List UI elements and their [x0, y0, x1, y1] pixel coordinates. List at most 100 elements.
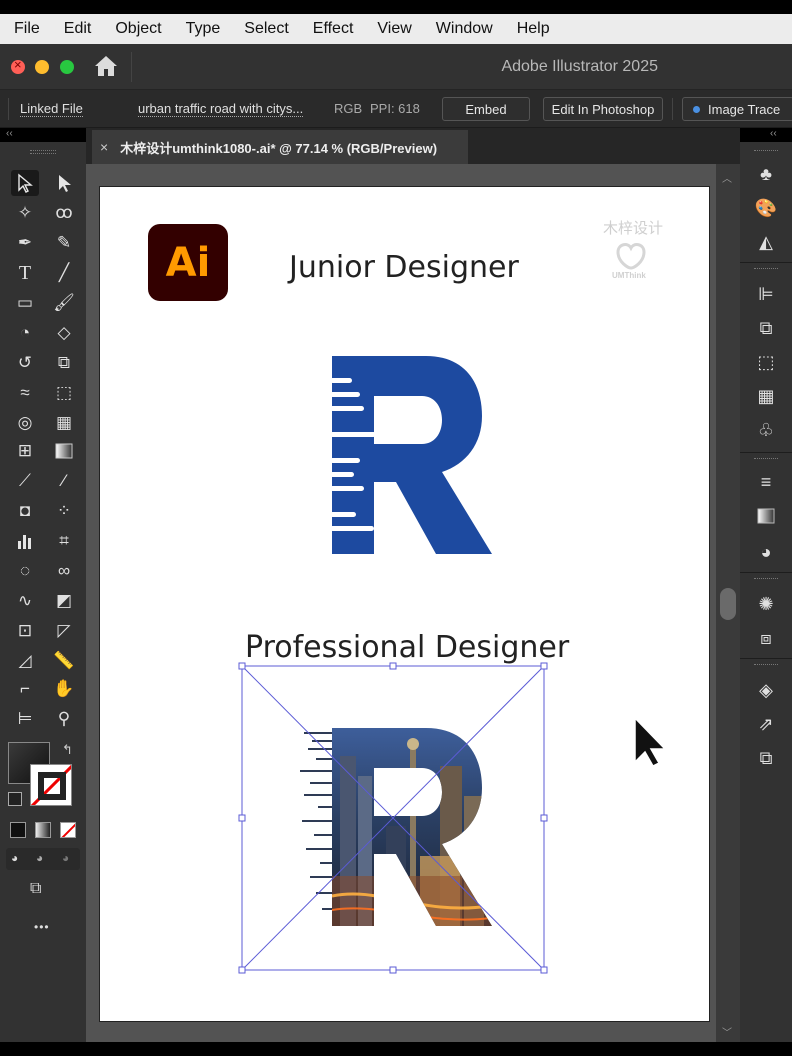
print-tiling-tool-icon[interactable]: ⊨	[11, 706, 39, 732]
rectangle-tool-icon[interactable]: ▭	[11, 290, 39, 316]
none-mode-button[interactable]	[60, 822, 76, 838]
panel-grip[interactable]	[754, 458, 778, 462]
pen-tool-icon[interactable]: ✒	[11, 230, 39, 256]
symbol-sprayer-tool-icon[interactable]: ⁘	[50, 498, 78, 524]
column-graph-tool-icon[interactable]	[11, 528, 39, 554]
tools-grip[interactable]	[30, 150, 56, 154]
image-trace-button[interactable]: Image Trace	[682, 97, 792, 121]
layers-panel-icon[interactable]: ◈	[754, 678, 778, 702]
linked-file-name-link[interactable]: urban traffic road with citys...	[138, 101, 304, 117]
menu-window[interactable]: Window	[424, 20, 505, 38]
collapse-left-panel-icon[interactable]: ‹‹	[6, 128, 13, 142]
close-tab-icon[interactable]: ×	[100, 139, 108, 155]
menu-type[interactable]: Type	[174, 20, 233, 38]
draw-inside-icon[interactable]: ◕	[62, 851, 69, 865]
recolor-tool-icon[interactable]: ◩	[50, 588, 78, 614]
symbols-panel-icon[interactable]: ♣	[754, 162, 778, 186]
menu-view[interactable]: View	[365, 20, 423, 38]
scroll-up-arrow-icon[interactable]: ︿	[722, 170, 732, 185]
color-palette-panel-icon[interactable]: 🎨	[754, 196, 778, 220]
curvature-tool-icon[interactable]: ✎	[50, 230, 78, 256]
magic-wand-tool-icon[interactable]: ✧	[11, 200, 39, 226]
brushes-panel-icon[interactable]: ♧	[754, 418, 778, 442]
intertwine-tool-icon[interactable]: ∞	[50, 558, 78, 584]
artboards-panel-icon[interactable]: ⧉	[754, 746, 778, 770]
zoom-tool-icon[interactable]: ⚲	[50, 706, 78, 732]
home-icon[interactable]	[93, 54, 119, 78]
direct-selection-tool-icon[interactable]	[50, 170, 78, 196]
default-fill-stroke-icon[interactable]	[8, 792, 22, 806]
width-tool-icon[interactable]: ≈	[11, 380, 39, 406]
anchor-point-tool-icon[interactable]: ⌐	[11, 676, 39, 702]
draw-normal-icon[interactable]: ◕	[11, 851, 18, 865]
perspective-grid-tool-icon[interactable]: ▦	[50, 410, 78, 436]
junior-r-letter[interactable]	[330, 354, 494, 556]
transform-panel-icon[interactable]: ⬚	[754, 350, 778, 374]
scroll-down-arrow-icon[interactable]: ﹀	[722, 1024, 732, 1039]
shaper-tool-icon[interactable]: ◔	[11, 320, 39, 346]
edit-in-photoshop-button[interactable]: Edit In Photoshop	[543, 97, 663, 121]
vertical-scrollbar[interactable]: ︿ ﹀	[716, 164, 740, 1042]
join-tool-icon[interactable]: ◿	[11, 648, 39, 674]
blend-tool-icon[interactable]: ⟋	[11, 468, 39, 494]
color-guide-panel-icon[interactable]: ◭	[754, 230, 778, 254]
align-panel-icon[interactable]: ⊫	[754, 282, 778, 306]
stroke-panel-icon[interactable]: ≡	[754, 470, 778, 494]
professional-designer-title[interactable]: Professional Designer	[245, 630, 569, 665]
scrollbar-thumb[interactable]	[720, 588, 736, 620]
lasso-tool-icon[interactable]: ꝏ	[50, 200, 78, 226]
minimize-window-button[interactable]	[35, 60, 49, 74]
swatches-panel-icon[interactable]: ▦	[754, 384, 778, 408]
shape-builder-tool-icon[interactable]: ◎	[11, 410, 39, 436]
menu-select[interactable]: Select	[232, 20, 300, 38]
edit-toolbar-icon[interactable]: •••	[34, 920, 50, 934]
transparency-panel-icon[interactable]: ◕	[754, 540, 778, 564]
type-tool-icon[interactable]: T	[11, 260, 39, 286]
smooth-tool-icon[interactable]: ∿	[11, 588, 39, 614]
panel-grip[interactable]	[754, 578, 778, 582]
free-transform-tool-icon[interactable]: ⬚	[50, 380, 78, 406]
panel-grip[interactable]	[754, 664, 778, 668]
color-mode-button[interactable]	[10, 822, 26, 838]
hand-tool-icon[interactable]: ✋	[50, 676, 78, 702]
puppet-warp-tool-icon[interactable]: ◌	[11, 558, 39, 584]
measure-tool-icon[interactable]: 📏	[50, 648, 78, 674]
graphic-styles-panel-icon[interactable]: ⧈	[754, 626, 778, 650]
live-paint-bucket-tool-icon[interactable]: ◘	[11, 498, 39, 524]
embed-button[interactable]: Embed	[442, 97, 530, 121]
close-window-button[interactable]	[11, 57, 25, 74]
gradient-panel-icon[interactable]	[754, 504, 778, 528]
pathfinder-panel-icon[interactable]: ⧉	[754, 316, 778, 340]
line-segment-tool-icon[interactable]: ╱	[50, 260, 78, 286]
screen-mode-icon[interactable]: ⧉	[30, 880, 58, 900]
collapse-right-panel-icon[interactable]: ‹‹	[770, 128, 777, 142]
stroke-swatch[interactable]	[30, 764, 72, 806]
mesh-tool-icon[interactable]: ⊞	[11, 438, 39, 464]
paintbrush-tool-icon[interactable]: 🖌	[50, 290, 78, 316]
crop-image-tool-icon[interactable]: ⊡	[11, 618, 39, 644]
gradient-mode-button[interactable]	[35, 822, 51, 838]
export-panel-icon[interactable]: ⇗	[754, 712, 778, 736]
rotate-tool-icon[interactable]: ↺	[11, 350, 39, 376]
panel-grip[interactable]	[754, 268, 778, 272]
document-tab[interactable]: × 木梓设计umthink1080-.ai* @ 77.14 % (RGB/Pr…	[92, 130, 468, 164]
reshape-tool-icon[interactable]: ◸	[50, 618, 78, 644]
selection-bounding-box[interactable]	[238, 662, 550, 974]
panel-grip[interactable]	[754, 150, 778, 154]
draw-behind-icon[interactable]: ◕	[36, 851, 43, 865]
swap-fill-stroke-icon[interactable]: ↰	[62, 742, 73, 758]
gradient-tool-icon[interactable]	[50, 438, 78, 464]
menu-file[interactable]: File	[0, 20, 52, 38]
linked-file-link[interactable]: Linked File	[20, 101, 83, 117]
junior-designer-title[interactable]: Junior Designer	[289, 250, 519, 285]
menu-help[interactable]: Help	[505, 20, 562, 38]
menu-object[interactable]: Object	[103, 20, 173, 38]
zoom-window-button[interactable]	[60, 60, 74, 74]
scale-tool-icon[interactable]: ⧉	[50, 350, 78, 376]
artboard-tool-icon[interactable]: ⌗	[50, 528, 78, 554]
menu-edit[interactable]: Edit	[52, 20, 104, 38]
eyedropper-tool-icon[interactable]: ⁄	[50, 468, 78, 494]
appearance-panel-icon[interactable]: ✺	[754, 592, 778, 616]
eraser-tool-icon[interactable]: ◇	[50, 320, 78, 346]
selection-tool-icon[interactable]	[11, 170, 39, 196]
